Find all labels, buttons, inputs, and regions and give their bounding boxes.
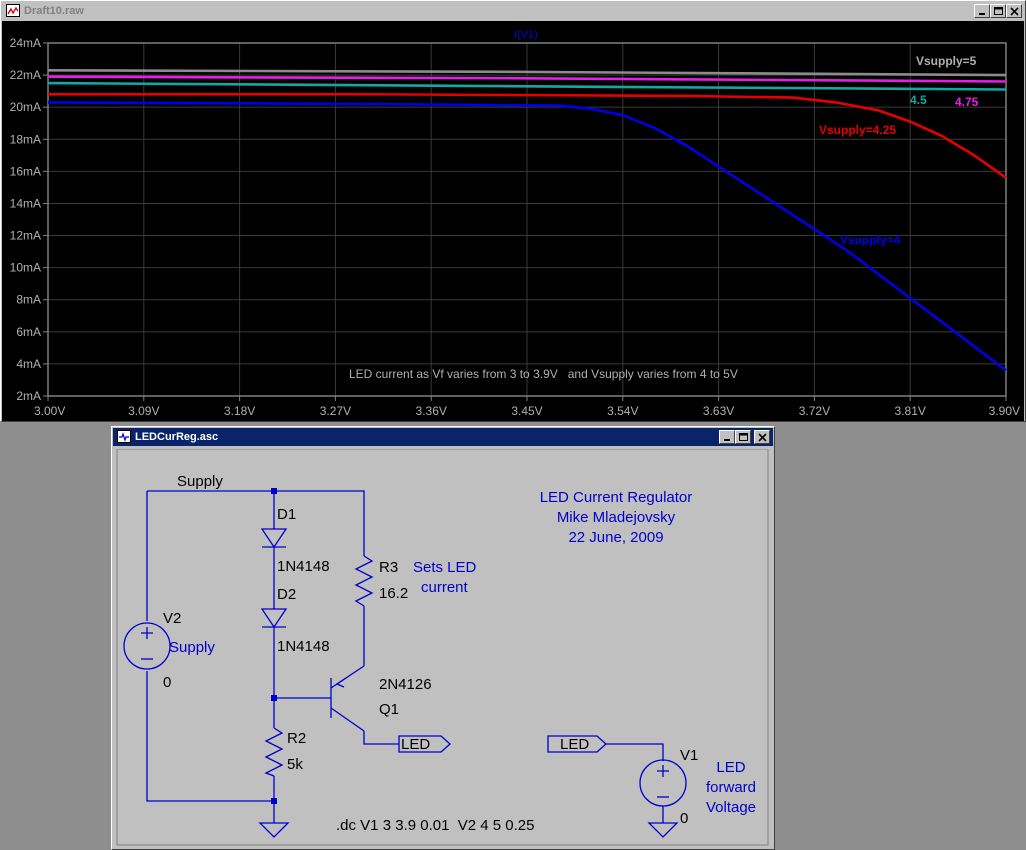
q1-model-label[interactable]: 2N4126 [379,676,432,693]
label-vsupply-4-75: 4.75 [955,95,979,109]
r2-label[interactable]: R2 [287,730,306,747]
schematic-close-button[interactable] [754,430,770,444]
y-tick-label: 6mA [16,325,41,339]
trace-name-label[interactable]: I(V1) [514,29,538,41]
schematic-icon [117,430,131,443]
x-tick-label: 3.18V [224,404,255,418]
spice-directive[interactable]: .dc V1 3 3.9 0.01 V2 4 5 0.25 [336,817,534,834]
plot-titlebar[interactable]: Draft10.raw [2,2,1024,20]
y-tick-label: 12mA [10,229,41,243]
y-tick-label: 2mA [16,389,41,403]
schematic-title-line2[interactable]: Mike Mladejovsky [557,509,676,526]
x-tick-label: 3.09V [128,404,159,418]
x-tick-label: 3.54V [607,404,638,418]
q1-label[interactable]: Q1 [379,701,399,718]
y-tick-label: 14mA [10,196,41,210]
y-tick-label: 4mA [16,357,41,371]
r3-value-label[interactable]: 16.2 [379,585,408,602]
y-tick-label: 18mA [10,132,41,146]
x-tick-label: 3.00V [34,404,65,418]
label-vsupply-4-5: 4.5 [910,93,927,107]
schematic-titlebar[interactable]: LEDCurReg.asc [113,428,773,446]
current-comment[interactable]: current [421,579,469,596]
plot-annotation: LED current as Vf varies from 3 to 3.9V … [349,367,738,381]
y-tick-label: 10mA [10,261,41,275]
label-vsupply-4-25: Vsupply=4.25 [819,123,896,137]
x-tick-label: 3.27V [320,404,351,418]
plot-window-title: Draft10.raw [24,5,84,17]
x-tick-label: 3.36V [416,404,447,418]
maximize-button[interactable] [990,4,1006,18]
led-forward-voltage-line2[interactable]: forward [706,779,756,796]
label-vsupply-4: Vsupply=4 [840,233,901,247]
d2-label[interactable]: D2 [277,586,296,603]
v2-label[interactable]: V2 [163,610,181,627]
d1-model-label[interactable]: 1N4148 [277,558,330,575]
plot-area[interactable]: 24mA 22mA 20mA 18mA 16mA 14mA 12mA 10mA 8mA 6mA 4m… [2,21,1024,421]
schematic-minimize-button[interactable] [719,430,735,444]
d2-model-label[interactable]: 1N4148 [277,638,330,655]
minimize-button[interactable] [974,4,990,18]
led-forward-voltage-line3[interactable]: Voltage [706,799,756,816]
x-tick-label: 3.45V [511,404,542,418]
label-vsupply-5: Vsupply=5 [916,54,977,68]
sets-led-comment[interactable]: Sets LED [413,559,477,576]
close-button[interactable] [1006,4,1022,18]
plot-window: Draft10.raw 24mA 22mA 20mA 18mA 16mA 14mA 12mA… [0,0,1026,422]
d1-label[interactable]: D1 [277,506,296,523]
net-label-led-left[interactable]: LED [401,736,430,753]
net-label-led-right[interactable]: LED [560,736,589,753]
y-tick-label: 24mA [10,36,41,50]
r2-value-label[interactable]: 5k [287,756,303,773]
waveform-icon [6,4,20,17]
led-forward-voltage-line1[interactable]: LED [716,759,745,776]
x-tick-label: 3.72V [799,404,830,418]
y-tick-label: 22mA [10,68,41,82]
v1-label[interactable]: V1 [680,747,698,764]
schematic-title-line3[interactable]: 22 June, 2009 [568,529,663,546]
x-tick-label: 3.63V [703,404,734,418]
supply-net-label[interactable]: Supply [177,473,223,490]
schematic-title-line1[interactable]: LED Current Regulator [540,489,693,506]
y-tick-label: 8mA [16,293,41,307]
r3-label[interactable]: R3 [379,559,398,576]
v2-name-label[interactable]: Supply [169,639,215,656]
v2-value-label[interactable]: 0 [163,674,171,691]
y-tick-label: 20mA [10,100,41,114]
x-tick-label: 3.81V [895,404,926,418]
x-tick-label: 3.90V [989,404,1020,418]
schematic-window-title: LEDCurReg.asc [135,431,219,443]
y-tick-label: 16mA [10,164,41,178]
schematic-maximize-button[interactable] [735,430,751,444]
schematic-canvas[interactable]: Supply D1 1N4148 D2 1N4148 R3 16.2 Sets … [115,449,770,847]
schematic-window: LEDCurReg.asc Supply D1 1N4148 D2 1N4148… [111,426,775,850]
v1-value-label[interactable]: 0 [680,810,688,827]
